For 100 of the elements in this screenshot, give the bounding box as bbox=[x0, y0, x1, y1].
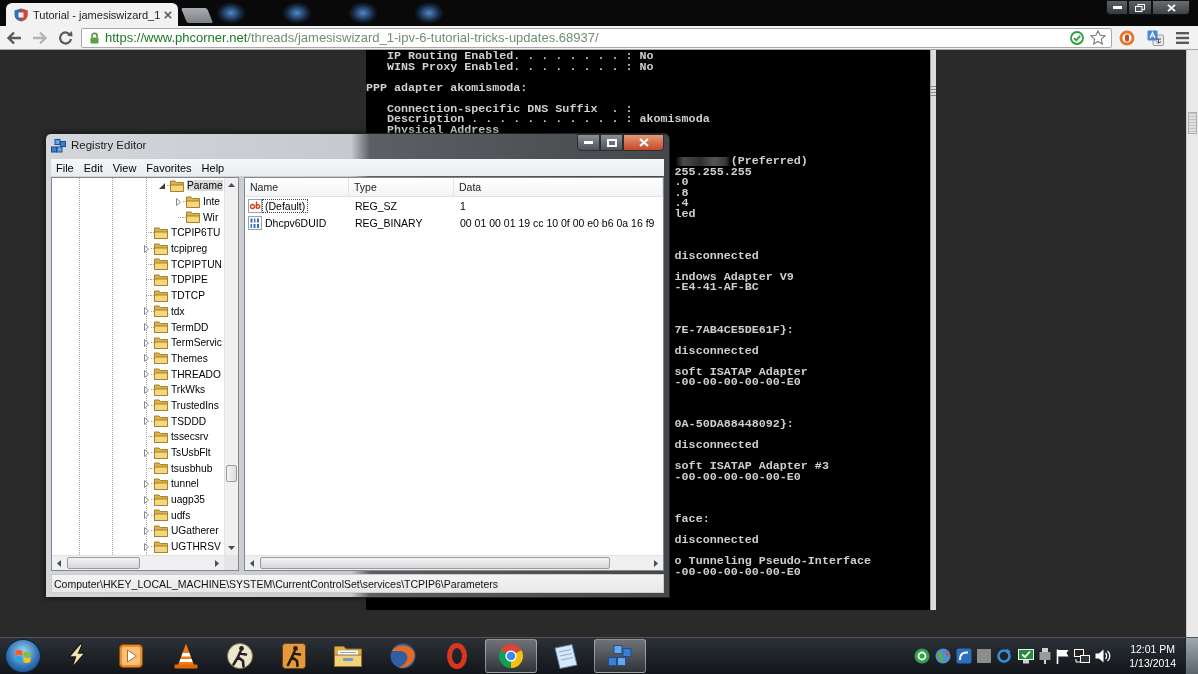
new-tab-button[interactable] bbox=[180, 8, 214, 23]
tree-item[interactable]: TSDDD bbox=[171, 415, 207, 427]
tree-item[interactable]: TermDD bbox=[171, 321, 209, 333]
scrollbar-thumb[interactable] bbox=[931, 86, 936, 96]
flag-icon[interactable] bbox=[1055, 648, 1069, 664]
browser-tab[interactable]: Tutorial - jamesiswizard_1 bbox=[6, 3, 178, 26]
scroll-right-icon[interactable] bbox=[654, 559, 658, 567]
tree-item[interactable]: TrustedIns bbox=[171, 399, 219, 411]
flag-logo-icon bbox=[15, 648, 31, 664]
scrollbar-thumb[interactable] bbox=[67, 557, 140, 569]
back-icon[interactable] bbox=[6, 30, 22, 45]
collapsed-arrow-icon[interactable] bbox=[143, 385, 149, 394]
minimize-button[interactable] bbox=[1106, 0, 1128, 15]
menu-item[interactable]: Edit bbox=[78, 161, 108, 174]
globe-icon[interactable] bbox=[934, 648, 951, 664]
collapsed-arrow-icon[interactable] bbox=[143, 448, 149, 457]
extension-icon[interactable] bbox=[1119, 29, 1135, 46]
close-button[interactable] bbox=[1152, 0, 1190, 15]
menu-item[interactable]: Favorites bbox=[141, 161, 197, 174]
star-icon[interactable] bbox=[1090, 30, 1106, 45]
tree-item[interactable]: TermServic bbox=[171, 337, 222, 349]
tree-item[interactable]: tssecsrv bbox=[171, 431, 209, 443]
clock-time[interactable]: 12:01 PM bbox=[1130, 642, 1176, 656]
collapsed-arrow-icon[interactable] bbox=[175, 197, 181, 206]
tree-item[interactable]: udfs bbox=[171, 509, 191, 521]
collapsed-arrow-icon[interactable] bbox=[143, 370, 149, 379]
folder-icon bbox=[154, 352, 168, 365]
collapsed-arrow-icon[interactable] bbox=[143, 307, 149, 316]
scrollbar-thumb[interactable] bbox=[1188, 112, 1197, 134]
value-name[interactable]: (Default) bbox=[262, 198, 309, 213]
tree-item[interactable]: UGTHRSV bbox=[171, 541, 221, 553]
close-icon[interactable] bbox=[164, 10, 172, 19]
collapsed-arrow-icon[interactable] bbox=[143, 244, 149, 253]
tree-item[interactable]: tcpipreg bbox=[171, 243, 208, 255]
menu-item[interactable]: File bbox=[51, 161, 79, 174]
collapsed-arrow-icon[interactable] bbox=[143, 417, 149, 426]
scroll-left-icon[interactable] bbox=[57, 559, 61, 567]
close-button[interactable] bbox=[623, 134, 664, 151]
refresh-icon[interactable] bbox=[996, 648, 1013, 664]
scroll-left-icon[interactable] bbox=[250, 559, 254, 567]
tree-item[interactable]: TDTCP bbox=[171, 290, 205, 302]
monitor-check-icon[interactable] bbox=[1017, 648, 1034, 664]
start-button[interactable] bbox=[5, 639, 41, 673]
tree-item[interactable]: UGatherer bbox=[171, 525, 219, 537]
tree-item[interactable]: TDPIPE bbox=[171, 274, 208, 286]
collapsed-arrow-icon[interactable] bbox=[143, 526, 149, 535]
translate-icon[interactable] bbox=[1147, 29, 1164, 46]
menu-icon[interactable] bbox=[1176, 31, 1189, 44]
menu-item[interactable]: View bbox=[107, 161, 142, 174]
maximize-button[interactable] bbox=[1128, 0, 1152, 15]
collapsed-arrow-icon[interactable] bbox=[143, 479, 149, 488]
network-icon[interactable] bbox=[1074, 648, 1091, 664]
tree-item[interactable]: tsusbhub bbox=[171, 462, 213, 474]
collapsed-arrow-icon[interactable] bbox=[143, 354, 149, 363]
curve-square-icon[interactable] bbox=[955, 648, 972, 664]
column-header[interactable]: Type bbox=[349, 178, 454, 197]
scroll-down-icon[interactable] bbox=[228, 546, 235, 550]
scroll-right-icon[interactable] bbox=[215, 559, 219, 567]
menu-item[interactable]: Help bbox=[196, 161, 230, 174]
scrollbar-thumb[interactable] bbox=[226, 465, 237, 482]
square-icon[interactable] bbox=[977, 649, 992, 663]
collapsed-arrow-icon[interactable] bbox=[143, 323, 149, 332]
tree-item[interactable]: tunnel bbox=[171, 478, 199, 490]
scrollbar-thumb[interactable] bbox=[260, 557, 610, 569]
minimize-button[interactable] bbox=[577, 134, 600, 151]
collapsed-arrow-icon[interactable] bbox=[143, 338, 149, 347]
show-desktop-button[interactable] bbox=[1185, 638, 1198, 674]
value-name[interactable]: Dhcpv6DUID bbox=[262, 215, 330, 230]
check-circle-icon[interactable] bbox=[1070, 30, 1084, 45]
console-line: -00-00-00-00-00-E0 bbox=[674, 471, 801, 483]
plug-icon[interactable] bbox=[1038, 648, 1051, 664]
speaker-icon[interactable] bbox=[1095, 649, 1112, 663]
collapsed-arrow-icon[interactable] bbox=[143, 401, 149, 410]
tree-item[interactable]: Themes bbox=[171, 352, 208, 364]
collapsed-arrow-icon[interactable] bbox=[143, 542, 149, 551]
tree-item[interactable]: TsUsbFlt bbox=[171, 447, 211, 459]
collapsed-arrow-icon[interactable] bbox=[143, 511, 149, 520]
console-line: 0A-50DA88448092}: bbox=[674, 419, 794, 430]
column-header[interactable]: Name bbox=[245, 178, 349, 197]
tree-item[interactable]: Parame bbox=[187, 180, 223, 192]
folder-icon bbox=[154, 509, 168, 522]
clock-date[interactable]: 1/13/2014 bbox=[1129, 656, 1176, 670]
tree-item[interactable]: Inte bbox=[203, 196, 220, 208]
tree-item[interactable]: tdx bbox=[171, 305, 185, 317]
tree-item[interactable]: uagp35 bbox=[171, 494, 205, 506]
phone-circle-icon[interactable] bbox=[913, 648, 930, 664]
column-header[interactable]: Data bbox=[454, 178, 663, 197]
taskbar-button[interactable] bbox=[485, 639, 538, 673]
tree-item[interactable]: Wir bbox=[203, 211, 219, 223]
tree-item[interactable]: TrkWks bbox=[171, 384, 206, 396]
maximize-button[interactable] bbox=[600, 134, 623, 151]
tree-item[interactable]: TCPIPTUN bbox=[171, 258, 222, 270]
reload-icon[interactable] bbox=[58, 30, 73, 45]
address-bar[interactable]: https://www.phcorner.net/threads/jamesiswizard_1-ipv-6-tutorial-tricks-updates.68937/ bbox=[81, 27, 1112, 48]
expanded-arrow-icon[interactable] bbox=[159, 182, 165, 189]
collapsed-arrow-icon[interactable] bbox=[143, 495, 149, 504]
tree-item[interactable]: TCPIP6TU bbox=[171, 227, 221, 239]
close-icon bbox=[638, 138, 649, 147]
tree-item[interactable]: THREADO bbox=[171, 368, 221, 380]
scroll-up-icon[interactable] bbox=[228, 183, 235, 187]
